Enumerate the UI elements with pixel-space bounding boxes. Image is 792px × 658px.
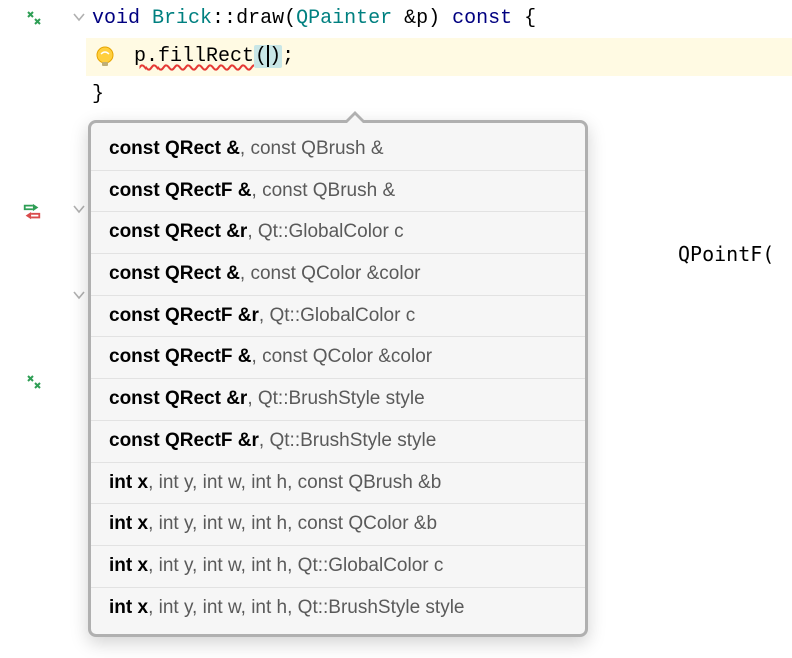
hint-rest-params: , int y, int w, int h, Qt::GlobalColor c bbox=[148, 555, 443, 576]
hint-rest-params: , const QBrush & bbox=[252, 180, 396, 201]
override-marker-icon[interactable] bbox=[24, 372, 44, 392]
parameter-hint-item[interactable]: const QRectF &, const QColor &color bbox=[91, 336, 585, 378]
code-line-active[interactable]: p.fillRect(); bbox=[86, 38, 792, 76]
hint-first-param: const QRectF & bbox=[109, 346, 252, 367]
inline-code-fragment: QPointF( bbox=[678, 242, 774, 266]
parameter-hint-item[interactable]: const QRect &r, Qt::BrushStyle style bbox=[91, 378, 585, 420]
param-name: p bbox=[416, 7, 428, 30]
hint-first-param: const QRect & bbox=[109, 263, 240, 284]
hint-rest-params: , const QColor &color bbox=[240, 263, 421, 284]
hint-first-param: const QRect & bbox=[109, 138, 240, 159]
fold-toggle-icon[interactable] bbox=[72, 202, 88, 218]
hint-first-param: const QRectF & bbox=[109, 180, 252, 201]
intention-bulb-icon[interactable] bbox=[92, 44, 118, 70]
hint-first-param: const QRectF &r bbox=[109, 305, 259, 326]
args-open: ( bbox=[255, 45, 267, 68]
hint-rest-params: , Qt::BrushStyle style bbox=[247, 388, 424, 409]
hint-first-param: int x bbox=[109, 597, 148, 618]
hint-first-param: const QRectF &r bbox=[109, 430, 259, 451]
code-editor[interactable]: void Brick::draw(QPainter &p) const { p.… bbox=[86, 0, 792, 114]
parameter-hint-item[interactable]: int x, int y, int w, int h, Qt::GlobalCo… bbox=[91, 545, 585, 587]
parameter-hint-item[interactable]: const QRectF &, const QBrush & bbox=[91, 170, 585, 212]
hint-first-param: int x bbox=[109, 555, 148, 576]
dot-operator: . bbox=[146, 45, 158, 68]
param-type: QPainter bbox=[296, 7, 392, 30]
hint-first-param: const QRect &r bbox=[109, 221, 247, 242]
hint-rest-params: , int y, int w, int h, const QColor &b bbox=[148, 513, 437, 534]
change-marker-icon[interactable] bbox=[22, 202, 42, 222]
method-call: fillRect bbox=[158, 45, 254, 68]
class-name: Brick bbox=[152, 7, 212, 30]
method-name: draw bbox=[236, 7, 284, 30]
semicolon: ; bbox=[282, 45, 294, 68]
hint-first-param: int x bbox=[109, 513, 148, 534]
paren-open: ( bbox=[284, 7, 296, 30]
parameter-hint-item[interactable]: const QRect &r, Qt::GlobalColor c bbox=[91, 211, 585, 253]
parameter-hints-popup[interactable]: const QRect &, const QBrush & const QRec… bbox=[88, 120, 588, 637]
scope-operator: :: bbox=[212, 7, 236, 30]
hint-rest-params: , Qt::GlobalColor c bbox=[259, 305, 415, 326]
keyword: void bbox=[92, 7, 140, 30]
paren-close: ) bbox=[428, 7, 440, 30]
hint-rest-params: , const QBrush & bbox=[240, 138, 384, 159]
hint-first-param: const QRect &r bbox=[109, 388, 247, 409]
parameter-hint-item[interactable]: int x, int y, int w, int h, const QColor… bbox=[91, 503, 585, 545]
brace-close: } bbox=[92, 83, 104, 106]
override-marker-icon[interactable] bbox=[24, 8, 44, 28]
ref-symbol: & bbox=[392, 7, 416, 30]
code-line[interactable]: void Brick::draw(QPainter &p) const { bbox=[86, 0, 792, 38]
parameter-hint-item[interactable]: const QRect &, const QBrush & bbox=[91, 129, 585, 170]
fold-toggle-icon[interactable] bbox=[72, 288, 88, 304]
parameter-hint-item[interactable]: int x, int y, int w, int h, Qt::BrushSty… bbox=[91, 587, 585, 629]
parameter-hint-item[interactable]: const QRect &, const QColor &color bbox=[91, 253, 585, 295]
hint-rest-params: , Qt::BrushStyle style bbox=[259, 430, 436, 451]
hint-rest-params: , int y, int w, int h, const QBrush &b bbox=[148, 472, 441, 493]
code-line[interactable]: } bbox=[86, 76, 792, 114]
object-ref: p bbox=[134, 45, 146, 68]
parameter-hint-item[interactable]: const QRectF &r, Qt::BrushStyle style bbox=[91, 420, 585, 462]
parameter-hint-item[interactable]: int x, int y, int w, int h, const QBrush… bbox=[91, 462, 585, 504]
parameter-hint-item[interactable]: const QRectF &r, Qt::GlobalColor c bbox=[91, 295, 585, 337]
args-close: ) bbox=[269, 45, 281, 68]
hint-first-param: int x bbox=[109, 472, 148, 493]
hint-rest-params: , Qt::GlobalColor c bbox=[247, 221, 403, 242]
keyword-const: const bbox=[440, 7, 512, 30]
brace-open: { bbox=[512, 7, 536, 30]
hint-rest-params: , int y, int w, int h, Qt::BrushStyle st… bbox=[148, 597, 464, 618]
editor-gutter bbox=[0, 0, 80, 658]
hint-rest-params: , const QColor &color bbox=[252, 346, 433, 367]
